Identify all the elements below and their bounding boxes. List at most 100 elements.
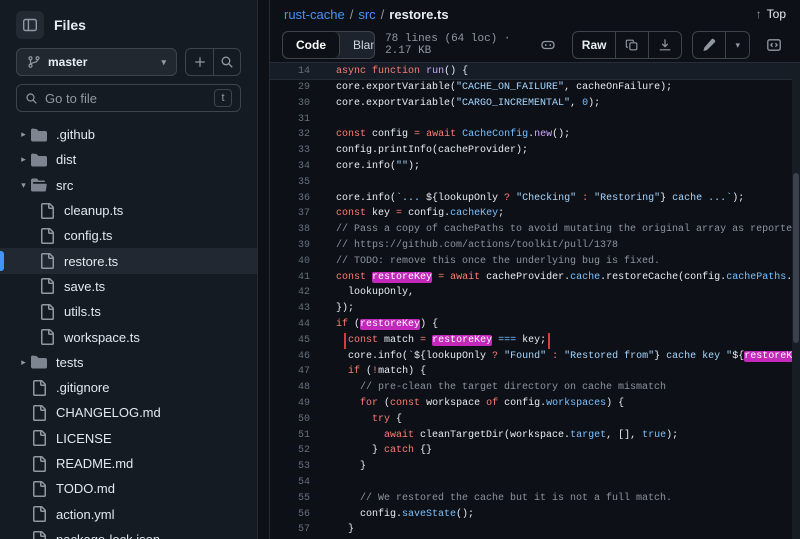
line-number[interactable]: 41 bbox=[270, 270, 310, 286]
breadcrumb-separator: / bbox=[345, 7, 359, 22]
code-scrollbar-track[interactable] bbox=[792, 63, 800, 539]
line-number[interactable]: 48 bbox=[270, 380, 310, 396]
line-number[interactable]: 49 bbox=[270, 396, 310, 412]
line-number[interactable]: 36 bbox=[270, 191, 310, 207]
edit-dropdown-button[interactable]: ▾ bbox=[725, 32, 749, 58]
line-number[interactable]: 55 bbox=[270, 491, 310, 507]
line-number[interactable]: 30 bbox=[270, 96, 310, 112]
code-token: const bbox=[336, 272, 366, 283]
code-token bbox=[324, 414, 372, 425]
line-content: const restoreKey = await cacheProvider.c… bbox=[310, 270, 800, 286]
new-file-button[interactable] bbox=[186, 49, 213, 75]
code-line: 46 core.info(`${lookupOnly ? "Found" : "… bbox=[270, 349, 800, 365]
breadcrumb-repo-link[interactable]: rust-cache bbox=[284, 7, 345, 22]
line-number[interactable]: 44 bbox=[270, 317, 310, 333]
sidebar-item-workspace-ts[interactable]: workspace.ts bbox=[0, 324, 257, 349]
toolbar-actions: Raw bbox=[534, 31, 788, 59]
branch-selector[interactable]: master ▾ bbox=[16, 48, 177, 76]
code-token: // We restored the cache but it is not a… bbox=[324, 493, 672, 504]
sidebar-item--gitignore[interactable]: .gitignore bbox=[0, 375, 257, 400]
breadcrumb-dir-link[interactable]: src bbox=[358, 7, 375, 22]
code-token: } bbox=[324, 461, 366, 472]
plus-icon bbox=[193, 55, 207, 69]
download-button[interactable] bbox=[648, 32, 681, 58]
line-number[interactable]: 45 bbox=[270, 333, 310, 349]
code-token bbox=[324, 430, 384, 441]
folder-icon bbox=[31, 152, 47, 168]
line-number[interactable]: 32 bbox=[270, 127, 310, 143]
code-token bbox=[324, 129, 336, 140]
sidebar-item-changelog-md[interactable]: CHANGELOG.md bbox=[0, 400, 257, 425]
sidebar-item-todo-md[interactable]: TODO.md bbox=[0, 476, 257, 501]
sidebar-item-restore-ts[interactable]: restore.ts bbox=[0, 248, 257, 273]
code-scrollbar-thumb[interactable] bbox=[793, 173, 799, 343]
file-icon bbox=[39, 253, 55, 269]
line-number[interactable]: 39 bbox=[270, 238, 310, 254]
line-number[interactable]: 54 bbox=[270, 475, 310, 491]
line-content: lookupOnly, bbox=[310, 285, 800, 301]
file-icon bbox=[31, 456, 47, 472]
sidebar-item-dist[interactable]: ▸dist bbox=[0, 147, 257, 172]
line-number[interactable]: 50 bbox=[270, 412, 310, 428]
tab-code[interactable]: Code bbox=[283, 32, 340, 58]
panel-resize-divider[interactable] bbox=[258, 0, 269, 539]
line-number[interactable]: 38 bbox=[270, 222, 310, 238]
code-token bbox=[324, 319, 336, 330]
line-number[interactable]: 43 bbox=[270, 301, 310, 317]
line-number[interactable]: 40 bbox=[270, 254, 310, 270]
code-line: 55 // We restored the cache but it is no… bbox=[270, 491, 800, 507]
sidebar-item-config-ts[interactable]: config.ts bbox=[0, 223, 257, 248]
line-number[interactable]: 29 bbox=[270, 80, 310, 96]
tree-item-label: tests bbox=[56, 355, 83, 370]
tab-blame[interactable]: Blame bbox=[340, 32, 375, 58]
line-number[interactable]: 37 bbox=[270, 206, 310, 222]
line-content: } bbox=[310, 522, 800, 538]
code-token: ( bbox=[360, 366, 372, 377]
search-tree-button[interactable] bbox=[213, 49, 240, 75]
sidebar-item--github[interactable]: ▸.github bbox=[0, 122, 257, 147]
code-line: 51 await cleanTargetDir(workspace.target… bbox=[270, 428, 800, 444]
edit-file-button[interactable] bbox=[693, 32, 725, 58]
line-content: } catch {} bbox=[310, 443, 800, 459]
sidebar-item-readme-md[interactable]: README.md bbox=[0, 451, 257, 476]
sidebar-item-utils-ts[interactable]: utils.ts bbox=[0, 299, 257, 324]
chevron-right-icon: ▸ bbox=[16, 129, 31, 140]
line-number[interactable]: 51 bbox=[270, 428, 310, 444]
go-to-file-input[interactable]: Go to file t bbox=[16, 84, 241, 112]
code-token: saveState bbox=[402, 509, 456, 520]
line-number[interactable]: 34 bbox=[270, 159, 310, 175]
line-number[interactable]: 31 bbox=[270, 112, 310, 128]
sidebar-item-save-ts[interactable]: save.ts bbox=[0, 274, 257, 299]
sidebar-item-tests[interactable]: ▸tests bbox=[0, 350, 257, 375]
copy-button[interactable] bbox=[615, 32, 648, 58]
copilot-button[interactable] bbox=[534, 31, 562, 59]
line-number[interactable]: 14 bbox=[270, 63, 310, 79]
code-line: 43 }); bbox=[270, 301, 800, 317]
breadcrumb-separator: / bbox=[376, 7, 390, 22]
line-number[interactable]: 52 bbox=[270, 443, 310, 459]
collapse-file-tree-button[interactable] bbox=[16, 11, 44, 39]
line-number[interactable]: 53 bbox=[270, 459, 310, 475]
line-content: const config = await CacheConfig.new(); bbox=[310, 127, 800, 143]
line-number[interactable]: 35 bbox=[270, 175, 310, 191]
code-token: workspace bbox=[420, 398, 486, 409]
file-tree-sidebar: Files master ▾ bbox=[0, 0, 258, 539]
sidebar-item-license[interactable]: LICENSE bbox=[0, 426, 257, 451]
sidebar-item-action-yml[interactable]: action.yml bbox=[0, 501, 257, 526]
raw-button[interactable]: Raw bbox=[573, 32, 616, 58]
line-number[interactable]: 56 bbox=[270, 507, 310, 523]
code-token: "CACHE_ON_FAILURE" bbox=[456, 82, 564, 93]
line-number[interactable]: 47 bbox=[270, 364, 310, 380]
line-number[interactable]: 46 bbox=[270, 349, 310, 365]
code-token bbox=[324, 398, 360, 409]
line-number[interactable]: 57 bbox=[270, 522, 310, 538]
git-branch-icon bbox=[27, 55, 41, 69]
sidebar-item-src[interactable]: ▾src bbox=[0, 173, 257, 198]
line-number[interactable]: 33 bbox=[270, 143, 310, 159]
line-number[interactable]: 42 bbox=[270, 285, 310, 301]
sidebar-item-cleanup-ts[interactable]: cleanup.ts bbox=[0, 198, 257, 223]
code-line: 38 // Pass a copy of cachePaths to avoid… bbox=[270, 222, 800, 238]
sidebar-item-package-lock-json[interactable]: package-lock.json bbox=[0, 527, 257, 539]
back-to-top-link[interactable]: ↑ Top bbox=[756, 7, 786, 21]
symbols-panel-button[interactable] bbox=[760, 31, 788, 59]
